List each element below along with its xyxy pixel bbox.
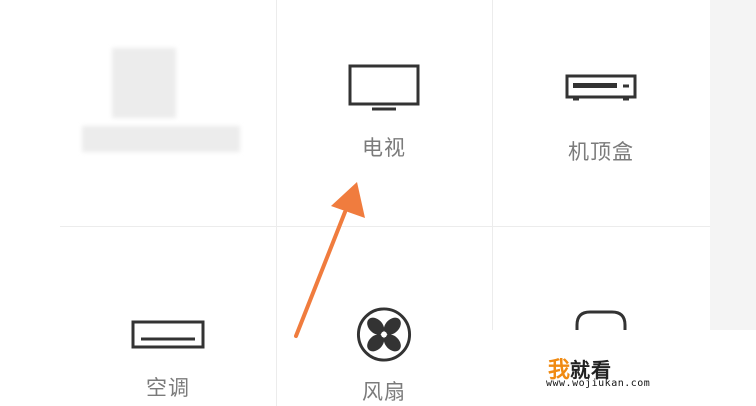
- remote-device-picker: 电视 机顶盒 空调 风扇 我 就看 www.wojiukan.com: [0, 0, 756, 406]
- watermark-url: www.wojiukan.com: [546, 378, 651, 389]
- watermark: 我 就看 www.wojiukan.com: [488, 330, 756, 406]
